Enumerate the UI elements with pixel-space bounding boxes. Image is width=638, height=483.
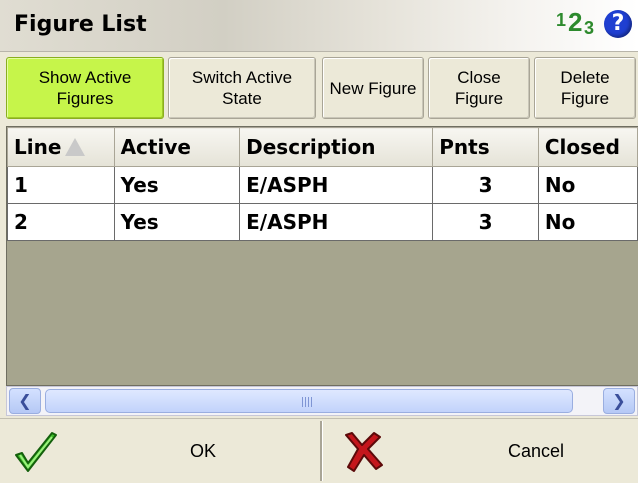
ok-label: OK: [190, 441, 217, 461]
cell-line: 2: [7, 203, 115, 241]
cell-closed: No: [537, 166, 638, 204]
figure-table: Line Active Description Pnts Closed 1 Ye…: [7, 127, 638, 241]
switch-active-state-button[interactable]: Switch Active State: [168, 57, 316, 119]
column-header-description[interactable]: Description: [239, 127, 434, 167]
cancel-button[interactable]: Cancel: [322, 423, 638, 479]
column-header-line[interactable]: Line: [7, 127, 115, 167]
table-header-row: Line Active Description Pnts Closed: [7, 127, 638, 167]
cell-pnts: 3: [432, 166, 539, 204]
ok-button[interactable]: OK: [0, 423, 318, 479]
figure-grid[interactable]: Line Active Description Pnts Closed 1 Ye…: [6, 126, 638, 386]
cell-description: E/ASPH: [239, 203, 434, 241]
cell-line: 1: [7, 166, 115, 204]
cell-description: E/ASPH: [239, 166, 434, 204]
table-row[interactable]: 2 Yes E/ASPH 3 No: [7, 203, 638, 241]
scrollbar-thumb[interactable]: [45, 389, 573, 413]
sort-ascending-icon: [65, 137, 86, 156]
scroll-right-icon[interactable]: ❯: [603, 388, 635, 414]
scroll-left-icon[interactable]: ❮: [9, 388, 41, 414]
column-header-closed[interactable]: Closed: [537, 127, 638, 167]
scrollbar-grip-icon: [302, 397, 314, 407]
help-icon[interactable]: ?: [604, 10, 632, 38]
horizontal-scrollbar[interactable]: ❮ ❯: [6, 386, 638, 416]
new-figure-button[interactable]: New Figure: [322, 57, 424, 119]
cancel-x-icon: [345, 432, 383, 472]
column-header-active[interactable]: Active: [113, 127, 241, 167]
cell-active: Yes: [113, 166, 241, 204]
cell-active: Yes: [113, 203, 241, 241]
dialog-footer: OK Cancel: [0, 418, 638, 483]
show-active-figures-button[interactable]: Show Active Figures: [6, 57, 164, 119]
column-header-line-label: Line: [14, 135, 62, 159]
table-row[interactable]: 1 Yes E/ASPH 3 No: [7, 166, 638, 204]
title-bar: Figure List 123 ?: [0, 0, 638, 52]
delete-figure-button[interactable]: Delete Figure: [534, 57, 636, 119]
window-title: Figure List: [14, 12, 147, 37]
cell-closed: No: [537, 203, 638, 241]
numbers-123-icon[interactable]: 123: [556, 6, 602, 42]
cell-pnts: 3: [432, 203, 539, 241]
toolbar: Show Active Figures Switch Active State …: [0, 53, 638, 123]
checkmark-icon: [15, 432, 57, 472]
close-figure-button[interactable]: Close Figure: [428, 57, 530, 119]
column-header-pnts[interactable]: Pnts: [432, 127, 539, 167]
cancel-label: Cancel: [508, 441, 565, 461]
